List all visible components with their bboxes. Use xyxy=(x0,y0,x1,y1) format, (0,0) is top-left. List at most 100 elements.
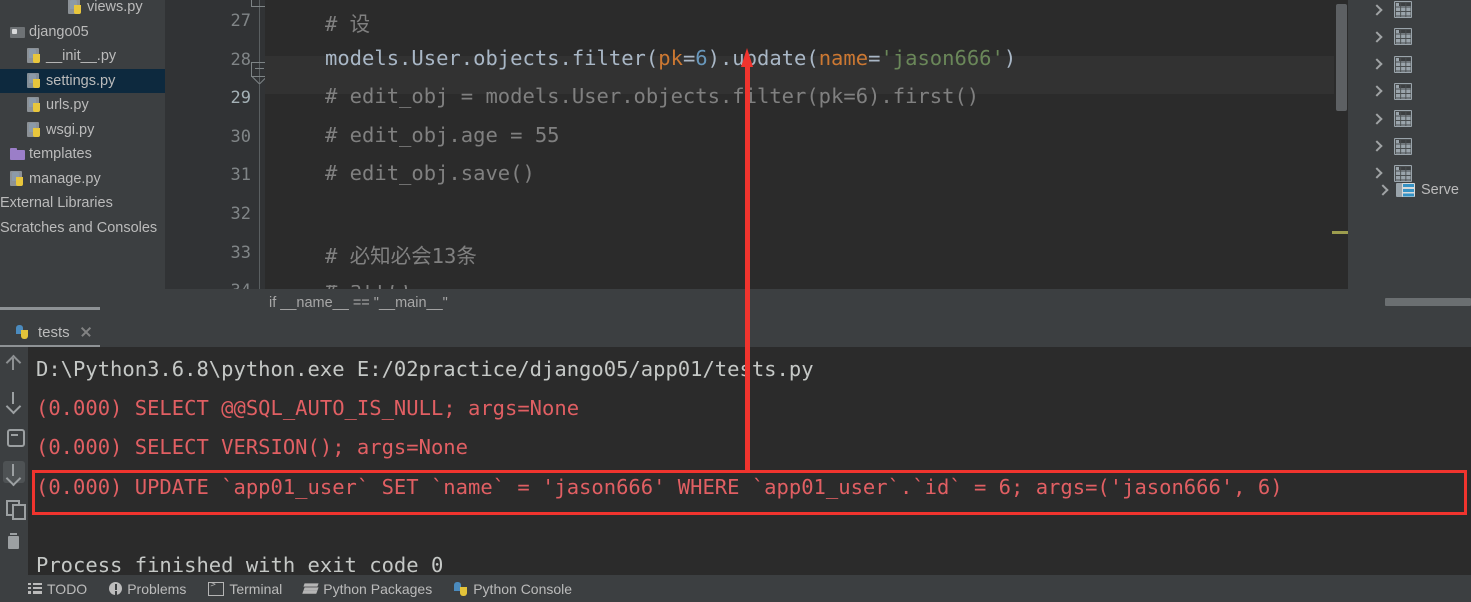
tree-item-external-libraries[interactable]: External Libraries xyxy=(0,191,165,215)
breadcrumb-left-spacer xyxy=(0,289,165,317)
chevron-right-icon[interactable] xyxy=(1370,30,1384,44)
tree-item-scratches-and-consoles[interactable]: Scratches and Consoles xyxy=(0,216,165,240)
table-icon xyxy=(1394,82,1412,100)
scroll-down-button[interactable] xyxy=(3,389,25,411)
tree-item-label: manage.py xyxy=(29,170,101,187)
database-table-row[interactable] xyxy=(1370,51,1412,78)
module-folder-icon xyxy=(10,24,26,40)
run-tabstrip: tests xyxy=(0,317,1471,348)
python-console-icon xyxy=(454,581,468,596)
status-item-terminal[interactable]: Terminal xyxy=(208,575,282,602)
status-item-label: Terminal xyxy=(229,580,283,597)
console-output-line: (0.000) SELECT @@SQL_AUTO_IS_NULL; args=… xyxy=(36,396,580,421)
code-token: 'jason666' xyxy=(880,45,1004,70)
code-token: # edit_obj.age = 55 xyxy=(325,122,560,147)
line-number: 28 xyxy=(230,49,251,70)
code-fold-line xyxy=(259,0,260,289)
scroll-up-button[interactable] xyxy=(3,353,25,375)
code-line[interactable]: # 设 xyxy=(325,7,370,37)
console-output[interactable]: D:\Python3.6.8\python.exe E:/02practice/… xyxy=(28,347,1471,575)
python-file-icon xyxy=(68,0,84,15)
scroll-to-end-button[interactable] xyxy=(3,461,25,483)
status-item-todo[interactable]: TODO xyxy=(28,575,87,602)
database-panel[interactable]: Serve xyxy=(1348,0,1471,289)
code-line[interactable]: # 必知必会13条 xyxy=(325,239,477,269)
status-item-python-packages[interactable]: Python Packages xyxy=(304,575,432,602)
tree-item-wsgi-py[interactable]: wsgi.py xyxy=(0,118,165,142)
database-table-row[interactable] xyxy=(1370,78,1412,105)
copy-button[interactable] xyxy=(3,497,26,520)
python-file-icon xyxy=(27,121,43,138)
python-file-icon xyxy=(27,72,43,89)
table-icon xyxy=(1394,1,1412,18)
code-line[interactable]: models.User.objects.filter(pk=6).update(… xyxy=(325,46,1016,70)
chevron-right-icon[interactable] xyxy=(1370,84,1384,98)
chevron-right-icon[interactable] xyxy=(1370,57,1384,71)
tree-item-init-py[interactable]: __init__.py xyxy=(0,44,165,68)
project-tab-underline xyxy=(0,307,100,310)
status-item-problems[interactable]: Problems xyxy=(109,575,186,602)
editor-zone: views.py django05 __init__.py settings.py ur… xyxy=(0,0,1471,558)
code-editor[interactable]: # 设 models.User.objects.filter(pk=6).upda… xyxy=(265,0,1335,289)
project-tree[interactable]: views.py django05 __init__.py settings.py ur… xyxy=(0,0,165,300)
tree-item-label: wsgi.py xyxy=(46,121,95,138)
table-icon xyxy=(1394,28,1412,46)
line-number: 32 xyxy=(230,204,251,224)
table-grid xyxy=(1395,2,1411,17)
tree-item-templates[interactable]: templates xyxy=(0,142,165,166)
table-grid xyxy=(1395,83,1411,99)
chevron-right-icon[interactable] xyxy=(1376,183,1390,197)
run-tab-label: tests xyxy=(38,323,70,341)
tree-item-settings-py[interactable]: settings.py xyxy=(0,68,165,93)
tree-item-django05[interactable]: django05 xyxy=(0,20,165,44)
code-token: = xyxy=(868,45,881,70)
table-grid xyxy=(1395,138,1411,154)
chevron-right-icon[interactable] xyxy=(1370,139,1384,153)
chevron-right-icon[interactable] xyxy=(1370,112,1384,126)
tree-item-label: settings.py xyxy=(46,72,116,89)
code-token: models.User.objects.filter( xyxy=(325,45,659,70)
breadcrumb[interactable]: if __name__ == "__main__" xyxy=(165,289,1348,317)
database-table-row[interactable] xyxy=(1370,0,1412,23)
code-token: ).update( xyxy=(707,45,819,70)
editor-hscroll-track[interactable] xyxy=(265,274,1471,558)
status-item-label: TODO xyxy=(47,580,88,597)
code-line[interactable]: # edit_obj.save() xyxy=(325,161,535,185)
editor-vscroll-thumb[interactable] xyxy=(1336,4,1347,111)
status-item-python-console[interactable]: Python Console xyxy=(454,575,572,602)
tree-item-urls-py[interactable]: urls.py xyxy=(0,93,165,117)
code-line[interactable]: # edit_obj.age = 55 xyxy=(325,123,560,147)
database-table-row[interactable] xyxy=(1370,105,1412,132)
chevron-right-icon[interactable] xyxy=(1370,3,1384,17)
database-server-row[interactable]: Serve xyxy=(1376,176,1459,203)
code-line[interactable]: # edit_obj = models.User.objects.filter(… xyxy=(325,84,979,108)
python-file-icon xyxy=(10,170,26,187)
database-hscroll-thumb[interactable] xyxy=(1385,298,1471,306)
tree-item-label: urls.py xyxy=(46,97,89,113)
line-number: 29 xyxy=(230,88,251,109)
tree-item-manage-py[interactable]: manage.py xyxy=(0,167,165,191)
status-item-label: Python Console xyxy=(473,580,573,597)
editor-warning-marker[interactable] xyxy=(1332,231,1349,234)
code-token: name xyxy=(818,45,869,70)
clear-all-button[interactable] xyxy=(3,533,25,555)
console-output-line: (0.000) SELECT VERSION(); args=None xyxy=(36,435,468,460)
database-table-row[interactable] xyxy=(1370,133,1412,160)
console-toolbar[interactable] xyxy=(0,347,28,575)
line-number: 31 xyxy=(230,165,251,186)
run-tab-tests[interactable]: tests xyxy=(8,317,98,347)
table-grid xyxy=(1395,56,1411,72)
todo-icon xyxy=(28,583,42,594)
editor-gutter[interactable]: 2728293031323334 xyxy=(165,0,265,301)
database-table-row[interactable] xyxy=(1370,23,1412,50)
status-bar: TODO Problems Terminal Python Packages P… xyxy=(0,575,1471,602)
code-token: 6 xyxy=(695,45,708,70)
breadcrumb-text: if __name__ == "__main__" xyxy=(269,295,448,311)
tree-item-views-py[interactable]: views.py xyxy=(0,0,165,19)
packages-icon xyxy=(304,583,318,595)
status-item-label: Problems xyxy=(127,580,187,597)
folder-icon xyxy=(10,146,26,162)
soft-wrap-button[interactable] xyxy=(3,425,25,447)
console-output-line: Process finished with exit code 0 xyxy=(36,553,444,575)
close-icon[interactable] xyxy=(80,326,92,338)
